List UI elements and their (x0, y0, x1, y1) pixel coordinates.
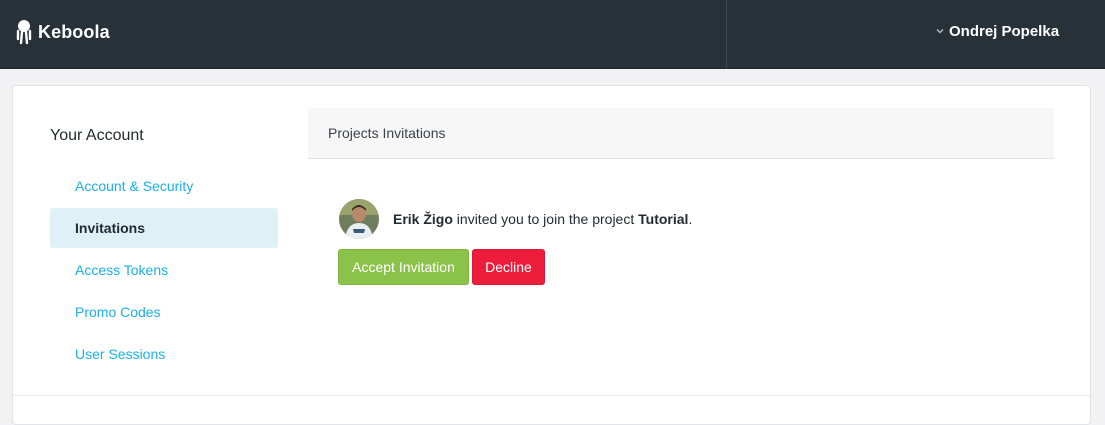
inviter-name: Erik Žigo (393, 211, 453, 227)
sidebar-item-invitations[interactable]: Invitations (50, 208, 278, 248)
sidebar-item-label: Promo Codes (75, 304, 161, 320)
sidebar-item-account-security[interactable]: Account & Security (50, 166, 278, 206)
user-menu[interactable]: Ondrej Popelka (935, 20, 1059, 42)
top-navigation-bar: Keboola Ondrej Popelka (0, 0, 1105, 69)
invitation-item: Erik Žigo invited you to join the projec… (339, 199, 692, 239)
topbar-divider (726, 0, 727, 69)
chevron-down-icon (936, 28, 944, 34)
user-name: Ondrej Popelka (949, 22, 1060, 40)
project-name: Tutorial (638, 211, 689, 227)
sidebar-item-label: Account & Security (75, 178, 194, 194)
sidebar-title: Your Account (50, 127, 144, 144)
invitation-message: invited you to join the project (452, 211, 639, 227)
sidebar-item-access-tokens[interactable]: Access Tokens (50, 250, 278, 290)
sidebar-item-promo-codes[interactable]: Promo Codes (50, 292, 278, 332)
decline-button[interactable]: Decline (472, 249, 545, 285)
octopus-logo-icon (16, 20, 32, 45)
sidebar-item-label: User Sessions (75, 346, 166, 362)
avatar (339, 199, 379, 239)
accept-invitation-button[interactable]: Accept Invitation (338, 249, 469, 285)
sidebar-item-user-sessions[interactable]: User Sessions (50, 334, 278, 374)
card-divider (13, 395, 1090, 396)
sidebar-item-label: Invitations (75, 220, 146, 236)
sidebar-item-label: Access Tokens (75, 262, 169, 278)
panel-title: Projects Invitations (328, 125, 446, 141)
brand-name: Keboola (38, 21, 110, 42)
panel-header: Projects Invitations (308, 108, 1054, 159)
account-card: Your Account Account & Security Invitati… (12, 85, 1091, 425)
invitation-suffix: . (688, 211, 693, 227)
brand-logo[interactable]: Keboola (16, 18, 110, 46)
invitation-text: Erik Žigo invited you to join the projec… (393, 211, 692, 227)
